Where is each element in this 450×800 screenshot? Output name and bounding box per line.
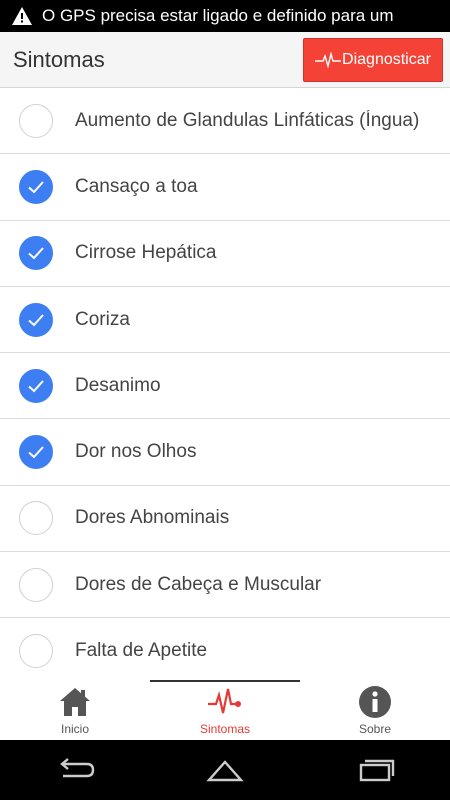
status-message: O GPS precisa estar ligado e definido pa… <box>42 6 394 25</box>
app-bar: Sintomas Diagnosticar <box>0 32 450 88</box>
symptom-label: Coriza <box>75 308 130 330</box>
checkmark-icon <box>28 247 44 260</box>
page-title: Sintomas <box>13 46 105 72</box>
list-item[interactable]: Coriza <box>0 286 450 354</box>
heartbeat-icon <box>208 688 241 714</box>
list-item[interactable]: Cansaço a toa <box>0 154 450 221</box>
symptom-label: Dores de Cabeça e Muscular <box>75 573 322 595</box>
checkbox[interactable] <box>19 169 53 204</box>
checkbox[interactable] <box>19 236 53 271</box>
checkbox[interactable] <box>19 567 53 602</box>
diagnose-button[interactable]: Diagnosticar <box>303 37 443 82</box>
checkmark-icon <box>28 446 44 459</box>
list-item[interactable]: Aumento de Glandulas Linfáticas (Íngua) <box>0 88 450 155</box>
list-item[interactable]: Cirrose Hepática <box>0 220 450 287</box>
checkmark-icon <box>28 181 44 194</box>
symptom-label: Aumento de Glandulas Linfáticas (Íngua) <box>75 109 420 131</box>
checkbox[interactable] <box>19 501 53 536</box>
checkmark-icon <box>28 380 44 393</box>
tab-sintomas[interactable]: Sintomas <box>150 680 300 740</box>
checkbox[interactable] <box>19 435 53 470</box>
list-item[interactable]: Falta de Apetite <box>0 618 450 680</box>
home-icon <box>60 688 90 716</box>
checkbox[interactable] <box>19 103 53 138</box>
symptom-list[interactable]: Aumento de Glandulas Linfáticas (Íngua) C… <box>0 88 450 680</box>
checkbox[interactable] <box>19 634 53 669</box>
symptom-label: Cansaço a toa <box>75 175 198 197</box>
list-item[interactable]: Desanimo <box>0 353 450 420</box>
tab-sintomas-label: Sintomas <box>199 722 251 736</box>
warning-icon <box>12 7 32 25</box>
list-item[interactable]: Dores de Cabeça e Muscular <box>0 552 450 619</box>
recents-icon[interactable] <box>353 756 397 784</box>
system-navigation-bar <box>0 740 450 800</box>
symptom-label: Dor nos Olhos <box>75 441 197 463</box>
symptom-label: Desanimo <box>75 374 161 396</box>
bottom-nav: Inicio Sintomas Sobre <box>0 680 450 740</box>
diagnose-button-label: Diagnosticar <box>342 50 431 68</box>
tab-inicio[interactable]: Inicio <box>0 680 150 740</box>
checkbox[interactable] <box>19 302 53 337</box>
checkbox[interactable] <box>19 368 53 403</box>
tab-sobre[interactable]: Sobre <box>300 680 450 740</box>
tab-sobre-label: Sobre <box>358 722 392 736</box>
info-icon <box>359 686 391 718</box>
status-bar: O GPS precisa estar ligado e definido pa… <box>0 0 450 32</box>
home-button-icon[interactable] <box>203 756 247 784</box>
checkmark-icon <box>28 313 44 326</box>
tab-inicio-label: Inicio <box>60 722 89 736</box>
list-item[interactable]: Dores Abnominais <box>0 485 450 553</box>
back-icon[interactable] <box>53 756 97 784</box>
symptom-label: Falta de Apetite <box>75 640 208 662</box>
list-item[interactable]: Dor nos Olhos <box>0 419 450 486</box>
symptom-label: Cirrose Hepática <box>75 242 217 264</box>
symptom-label: Dores Abnominais <box>75 507 230 529</box>
heartbeat-icon <box>315 51 342 68</box>
